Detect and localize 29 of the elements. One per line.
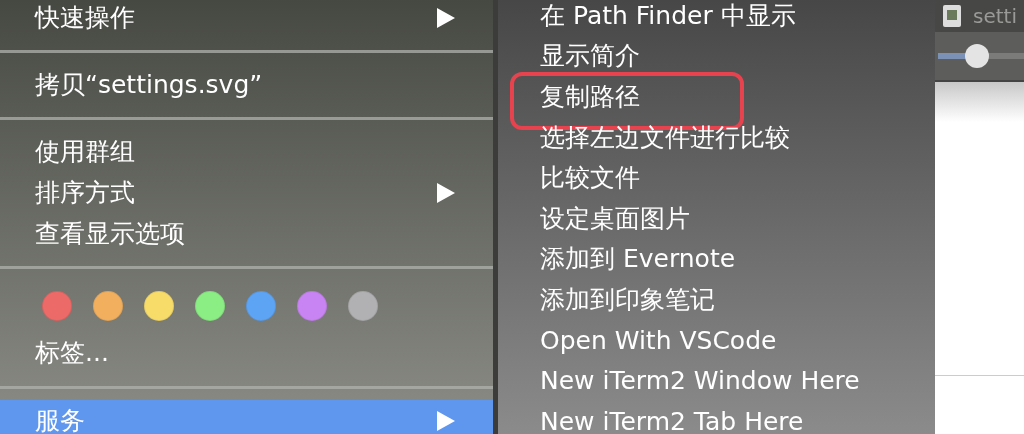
menu-item[interactable]: 排序方式 xyxy=(0,172,493,213)
menu-item[interactable]: 选择左边文件进行比较 xyxy=(540,120,790,154)
window-title: setti xyxy=(973,4,1017,28)
tag-color-dot[interactable] xyxy=(297,290,327,321)
menu-item[interactable]: 添加到印象笔记 xyxy=(540,282,715,316)
file-icon xyxy=(943,5,961,27)
tag-color-dot[interactable] xyxy=(93,290,123,321)
menu-item[interactable]: 标签... xyxy=(0,331,493,374)
menu-item[interactable]: 设定桌面图片 xyxy=(540,201,690,235)
slider-thumb[interactable] xyxy=(964,44,989,68)
menu-item[interactable]: Open With VSCode xyxy=(540,325,777,355)
menu-item[interactable]: 服务 xyxy=(0,400,493,434)
tag-color-dot[interactable] xyxy=(246,290,276,321)
menu-item[interactable]: New iTerm2 Window Here xyxy=(540,366,860,396)
menu-item[interactable]: 使用群组 xyxy=(0,131,493,172)
menu-item[interactable]: 复制路径 xyxy=(540,80,640,113)
menu-item[interactable]: 显示简介 xyxy=(540,39,640,73)
menu-item[interactable]: 添加到 Evernote xyxy=(540,242,736,276)
menu-item[interactable]: New iTerm2 Tab Here xyxy=(540,406,804,434)
tag-color-dot[interactable] xyxy=(348,290,378,321)
tag-color-dot[interactable] xyxy=(144,290,174,321)
tag-color-dot[interactable] xyxy=(195,290,225,321)
tag-color-dot[interactable] xyxy=(42,290,72,321)
menu-item[interactable]: 在 Path Finder 中显示 xyxy=(540,0,796,32)
menu-item[interactable]: 快速操作 xyxy=(0,0,493,38)
menu-item[interactable]: 查看显示选项 xyxy=(0,213,493,254)
menu-item[interactable]: 比较文件 xyxy=(540,161,640,195)
zoom-slider[interactable] xyxy=(938,44,1024,68)
menu-item[interactable]: 拷贝“settings.svg” xyxy=(0,64,493,105)
